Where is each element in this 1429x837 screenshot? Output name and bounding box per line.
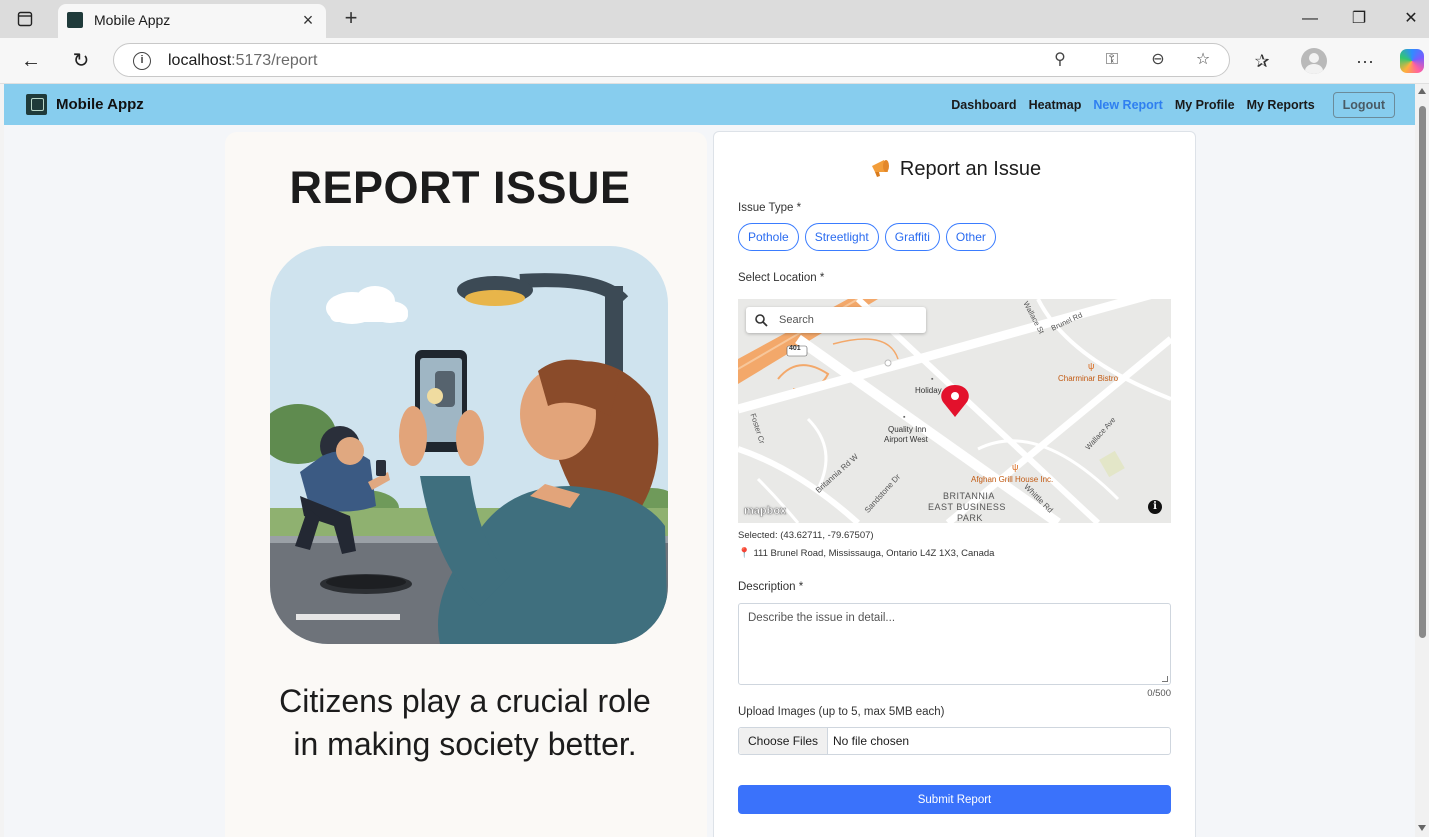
selected-address: 📍 111 Brunel Road, Mississauga, Ontario L… (738, 548, 994, 559)
selected-address-text: 111 Brunel Road, Mississauga, Ontario L4… (753, 548, 995, 559)
new-tab-icon[interactable]: + (340, 7, 362, 29)
browser-tab[interactable]: Mobile Appz × (58, 4, 326, 38)
zoom-icon[interactable]: ⊖ (1148, 50, 1168, 70)
map-search-placeholder: Search (779, 314, 814, 326)
scroll-down-icon[interactable] (1418, 825, 1426, 831)
promo-title: REPORT ISSUE (289, 162, 631, 213)
map-label-afghan: Afghan Grill House Inc. (971, 475, 1054, 484)
description-label: Description * (738, 581, 804, 593)
description-textarea[interactable] (738, 603, 1171, 685)
url-text[interactable]: localhost:5173/report (168, 52, 317, 70)
form-title: Report an Issue (714, 158, 1197, 181)
promo-tagline: Citizens play a crucial role in making s… (279, 683, 651, 762)
promo-card: REPORT ISSUE Citizens play a crucial rol… (225, 132, 707, 837)
map-label-britannia-2: EAST BUSINESS (928, 502, 1006, 512)
megaphone-icon (871, 160, 889, 177)
window-close-icon[interactable]: ✕ (1399, 8, 1423, 30)
chip-graffiti[interactable]: Graffiti (884, 223, 940, 251)
tab-close-icon[interactable]: × (298, 10, 318, 30)
search-icon (755, 314, 768, 327)
svg-text:ψ: ψ (1012, 462, 1018, 472)
main-nav: Dashboard Heatmap New Report My Profile … (951, 92, 1395, 118)
app-favicon-icon (67, 12, 83, 28)
page-scrollbar[interactable] (1415, 84, 1429, 837)
browser-tab-bar: Mobile Appz × + — ❐ ✕ (0, 0, 1429, 38)
chip-streetlight[interactable]: Streetlight (804, 223, 879, 251)
choose-files-button[interactable]: Choose Files (739, 728, 829, 754)
favorite-star-icon[interactable]: ☆ (1193, 50, 1213, 70)
chip-pothole[interactable]: Pothole (738, 223, 799, 251)
more-options-icon[interactable]: ··· (1353, 49, 1377, 73)
profile-avatar[interactable] (1301, 48, 1327, 74)
map-label-britannia-3: PARK (957, 513, 983, 523)
location-label: Select Location * (738, 272, 825, 284)
site-info-icon[interactable]: i (133, 52, 151, 70)
issue-type-chips: Pothole Streetlight Graffiti Other (738, 223, 996, 251)
location-map[interactable]: ▪ ▪ ψ ψ 401 Holiday Quality Inn Airport … (738, 299, 1171, 523)
browser-toolbar: ← ↻ i localhost:5173/report ⚲ ⚿ ⊖ ☆ ✰ ··… (0, 38, 1429, 84)
map-label-charminar: Charminar Bistro (1058, 374, 1119, 383)
no-file-text: No file chosen (833, 734, 910, 748)
url-path: :5173/report (231, 52, 318, 69)
map-label-quality-inn: Quality Inn (888, 425, 927, 434)
map-label-airport-west: Airport West (884, 435, 928, 444)
app-name[interactable]: Mobile Appz (56, 96, 144, 113)
tab-title: Mobile Appz (94, 12, 171, 28)
app-header: Mobile Appz Dashboard Heatmap New Report… (4, 84, 1415, 125)
reload-icon[interactable]: ↻ (69, 49, 93, 73)
back-icon[interactable]: ← (19, 49, 43, 73)
chip-other[interactable]: Other (945, 223, 996, 251)
restore-icon[interactable]: ❐ (1347, 8, 1371, 30)
issue-type-label: Issue Type * (738, 202, 802, 214)
map-search-box[interactable]: Search (746, 307, 926, 333)
address-bar[interactable]: i localhost:5173/report ⚲ ⚿ ⊖ ☆ (113, 43, 1230, 77)
location-icon[interactable]: ⚲ (1050, 50, 1070, 70)
citizen-reporting-illustration (270, 246, 668, 644)
form-title-text: Report an Issue (899, 158, 1042, 180)
selected-coordinates: Selected: (43.62711, -79.67507) (738, 530, 874, 541)
svg-text:ψ: ψ (1088, 361, 1094, 371)
tab-actions-icon[interactable] (14, 9, 36, 29)
page-viewport: Mobile Appz Dashboard Heatmap New Report… (4, 84, 1415, 837)
char-count: 0/500 (1147, 688, 1171, 699)
map-label-britannia-1: BRITANNIA (943, 491, 995, 501)
scrollbar-thumb[interactable] (1419, 106, 1426, 638)
report-form-card: Report an Issue Issue Type * Pothole Str… (713, 131, 1196, 837)
nav-my-reports[interactable]: My Reports (1247, 98, 1315, 112)
pin-icon: 📍 (738, 548, 751, 559)
favorites-icon[interactable]: ✰ (1250, 49, 1274, 73)
password-key-icon[interactable]: ⚿ (1102, 50, 1122, 70)
map-attribution-info-icon[interactable]: i (1148, 500, 1162, 514)
nav-dashboard[interactable]: Dashboard (951, 98, 1016, 112)
file-upload-input[interactable]: Choose Files No file chosen (738, 727, 1171, 755)
upload-label: Upload Images (up to 5, max 5MB each) (738, 706, 945, 718)
copilot-icon[interactable] (1400, 49, 1424, 73)
resize-grip-icon[interactable] (1162, 676, 1168, 682)
url-host: localhost (168, 52, 232, 69)
logout-button[interactable]: Logout (1332, 92, 1395, 118)
nav-new-report[interactable]: New Report (1093, 98, 1162, 112)
nav-heatmap[interactable]: Heatmap (1029, 98, 1082, 112)
scroll-up-icon[interactable] (1418, 88, 1426, 94)
mapbox-logo[interactable]: mapbox (744, 505, 786, 517)
submit-report-button[interactable]: Submit Report (738, 785, 1171, 814)
minimize-icon[interactable]: — (1298, 8, 1322, 30)
app-logo-icon[interactable] (26, 94, 47, 115)
map-label-hwy: 401 (789, 345, 801, 352)
nav-my-profile[interactable]: My Profile (1175, 98, 1235, 112)
map-label-holiday: Holiday (915, 386, 942, 395)
